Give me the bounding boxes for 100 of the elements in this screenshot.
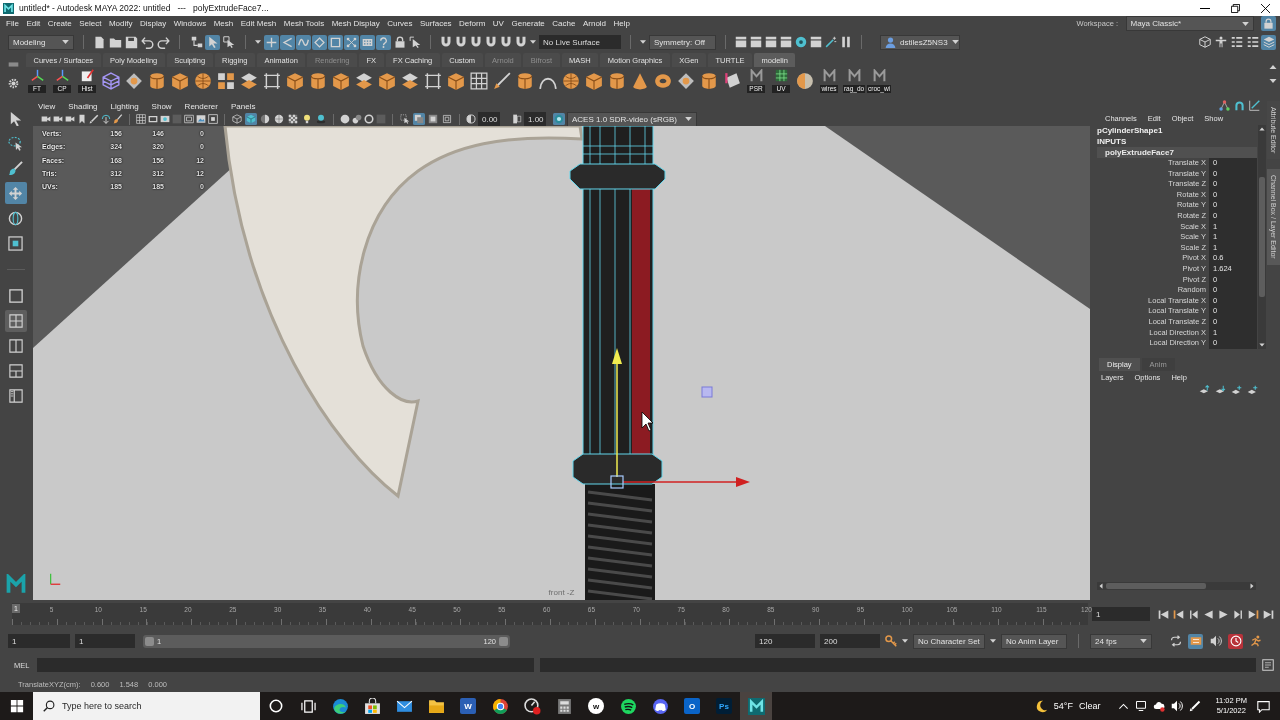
taskbar-app-button[interactable] — [740, 692, 772, 720]
speaker-icon[interactable] — [1171, 700, 1184, 712]
cube-icon[interactable] — [378, 72, 396, 90]
undo-icon[interactable] — [141, 35, 154, 49]
taskbar-app-button[interactable]: w — [580, 692, 612, 720]
move-manipulator[interactable] — [610, 348, 750, 489]
cylinder-icon[interactable] — [608, 72, 626, 90]
pointer-icon[interactable] — [409, 36, 421, 48]
node-name[interactable]: polyExtrudeFace7 — [1097, 147, 1257, 158]
diamond-icon[interactable] — [677, 72, 695, 90]
horseshoe-icon[interactable] — [1234, 100, 1245, 111]
caret-icon[interactable] — [640, 40, 646, 44]
grid-icon[interactable] — [136, 114, 146, 124]
brush-icon[interactable] — [113, 114, 123, 124]
menu-item[interactable]: Edit Mesh — [240, 19, 277, 28]
playback-start-field[interactable]: 1 — [75, 634, 135, 648]
cube-icon[interactable] — [286, 72, 304, 90]
scroll-left-icon[interactable] — [1098, 583, 1104, 589]
camera-icon[interactable] — [65, 114, 75, 124]
caret-icon[interactable] — [951, 40, 959, 44]
play-backward-icon[interactable] — [1203, 608, 1214, 620]
skip-to-start-icon[interactable] — [1158, 608, 1169, 620]
sphere-icon[interactable] — [562, 72, 580, 90]
grid-icon[interactable] — [470, 72, 488, 90]
taskbar-app-button[interactable]: Ps — [708, 692, 740, 720]
cone-icon[interactable] — [631, 72, 649, 90]
frame-icon[interactable] — [263, 72, 281, 90]
live-surface-field[interactable]: No Live Surface — [539, 35, 621, 49]
pause-icon[interactable] — [840, 36, 852, 48]
panel-menu-item[interactable]: View — [38, 102, 56, 111]
clapperboard-icon[interactable] — [765, 36, 777, 48]
ring-icon[interactable] — [364, 114, 374, 124]
magnet-icon[interactable] — [470, 36, 482, 48]
step-forward-icon[interactable] — [1233, 608, 1244, 620]
checker-icon[interactable] — [287, 113, 299, 125]
menu-item[interactable]: Cache — [552, 19, 576, 28]
menu-item[interactable]: Surfaces — [420, 19, 452, 28]
menu-icon[interactable] — [7, 59, 19, 70]
camera-icon[interactable] — [41, 114, 51, 124]
half-sphere-icon[interactable] — [796, 72, 814, 90]
fps-dropdown[interactable]: 24 fps — [1090, 633, 1152, 649]
symmetry-dropdown[interactable]: Symmetry: Off — [649, 34, 716, 50]
light-bulb-icon[interactable] — [301, 113, 313, 125]
menu-item[interactable]: Deform — [459, 19, 486, 28]
magnet-icon[interactable] — [485, 36, 497, 48]
dashed-select-icon[interactable] — [399, 113, 411, 125]
range-handle[interactable] — [499, 636, 508, 646]
caret-icon[interactable] — [990, 639, 996, 643]
gamma-field[interactable]: 1.00 — [524, 112, 546, 126]
caret-icon[interactable] — [255, 40, 261, 44]
cloud-icon[interactable] — [1153, 700, 1166, 712]
clapperboard-icon[interactable] — [735, 36, 747, 48]
scroll-up-icon[interactable] — [1269, 63, 1277, 71]
scroll-up-icon[interactable] — [1259, 126, 1265, 132]
sphere-icon[interactable] — [340, 114, 350, 124]
caret-icon[interactable] — [685, 117, 692, 121]
menu-item[interactable]: Display — [140, 19, 167, 28]
menu-item[interactable]: Generate — [511, 19, 545, 28]
frame-icon[interactable] — [424, 72, 442, 90]
skip-to-end-icon[interactable] — [1263, 608, 1274, 620]
cube-icon[interactable] — [585, 72, 603, 90]
layer-add-icon[interactable] — [1247, 385, 1258, 397]
spheres-icon[interactable] — [352, 114, 362, 124]
current-frame-field[interactable]: 1 — [1092, 607, 1150, 621]
new-file-icon[interactable] — [93, 35, 106, 49]
next-key-icon[interactable] — [1248, 608, 1259, 620]
play-icon[interactable] — [1218, 608, 1229, 620]
knife-icon[interactable] — [493, 72, 511, 90]
camera-icon[interactable] — [53, 114, 63, 124]
panel-menu-item[interactable]: Panels — [230, 102, 256, 111]
menu-item[interactable]: Edit — [26, 19, 41, 28]
menu-item[interactable]: Mesh Display — [331, 19, 380, 28]
clapperboard-icon[interactable] — [780, 36, 792, 48]
clapperboard-icon[interactable] — [810, 36, 822, 48]
magnet-icon[interactable] — [500, 36, 512, 48]
minimize-icon[interactable] — [1200, 7, 1210, 9]
exposure-field[interactable]: 0.00 — [478, 112, 500, 126]
safe-area-icon[interactable] — [184, 114, 194, 124]
menu-item[interactable]: Select — [79, 19, 102, 28]
cube-icon[interactable] — [447, 72, 465, 90]
cylinder-icon[interactable] — [700, 72, 718, 90]
panel-menu-item[interactable]: Shading — [68, 102, 98, 111]
search-field[interactable]: Type here to search — [33, 692, 260, 720]
menu-item[interactable]: UV — [492, 19, 504, 28]
menu-item[interactable]: File — [6, 19, 19, 28]
disc-icon[interactable] — [795, 36, 807, 48]
x-ray-icon[interactable] — [427, 113, 439, 125]
caret-icon[interactable] — [1140, 639, 1147, 643]
scrollbar[interactable] — [1258, 125, 1266, 349]
workspace-dropdown[interactable]: Maya Classic* — [1125, 16, 1254, 31]
taskbar-app-button[interactable]: O — [676, 692, 708, 720]
clapperboard-icon[interactable] — [750, 36, 762, 48]
plane-icon[interactable] — [240, 72, 258, 90]
color-space-dropdown[interactable]: ACES 1.0 SDR-video (sRGB) — [567, 111, 697, 127]
cylinder-icon[interactable] — [309, 72, 327, 90]
pen-icon[interactable] — [1189, 700, 1202, 712]
mode-dropdown[interactable]: Modeling — [8, 34, 74, 50]
panel-menu-item[interactable]: Renderer — [184, 102, 218, 111]
color-management-icon[interactable] — [553, 113, 565, 125]
character-set-dropdown[interactable]: No Character Set — [913, 633, 985, 649]
